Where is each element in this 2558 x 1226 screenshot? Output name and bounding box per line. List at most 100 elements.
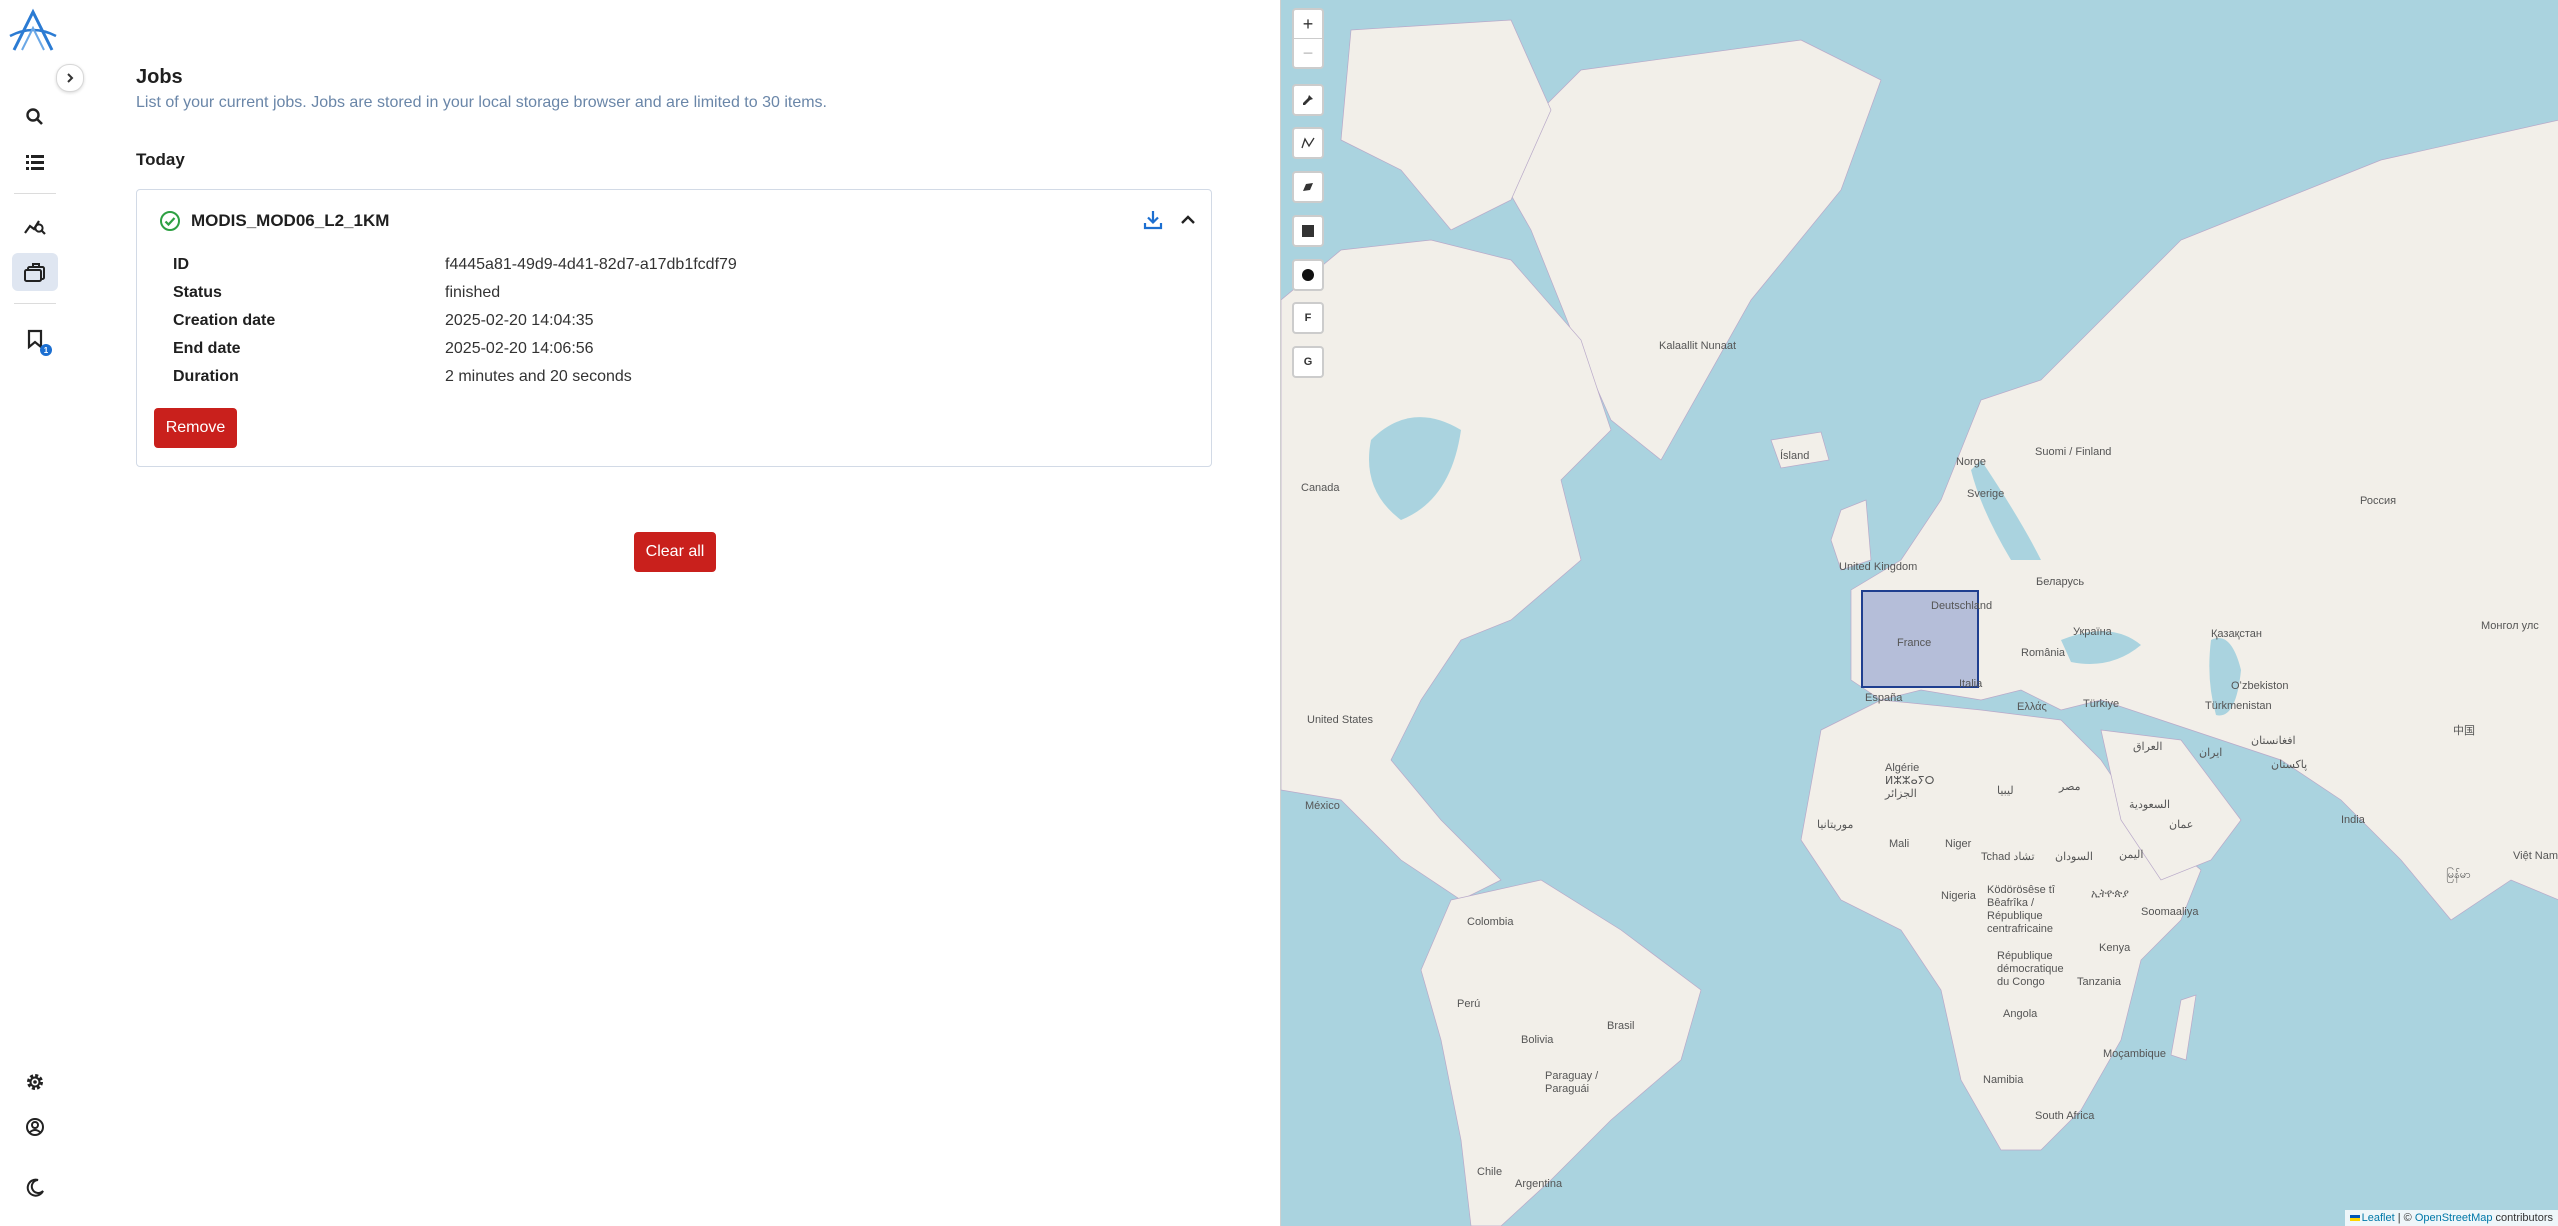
zoom-out-button[interactable]: −	[1294, 39, 1322, 67]
map-label: عمان	[2169, 819, 2194, 831]
map-label: United States	[1307, 714, 1374, 726]
rectangle-icon	[1302, 225, 1314, 237]
map-label: Paraguay / Paraguái	[1545, 1070, 1599, 1095]
job-card: MODIS_MOD06_L2_1KM ID f4445a81-49d9-4d41…	[136, 189, 1212, 467]
draw-circle-button[interactable]	[1294, 261, 1322, 289]
map-label: Ködörösêse tî Bêafrîka / République cent…	[1987, 884, 2055, 935]
draw-polyline-control	[1292, 127, 1324, 159]
map-label: Bolivia	[1521, 1034, 1554, 1046]
map-label: Deutschland	[1931, 600, 1993, 612]
tool-f-button[interactable]: F	[1294, 304, 1322, 332]
attribution-suffix: contributors	[2492, 1212, 2553, 1224]
rail-search-button[interactable]	[12, 98, 58, 136]
osm-link[interactable]: OpenStreetMap	[2415, 1212, 2493, 1224]
tool-g-control: G	[1292, 346, 1324, 378]
job-name: MODIS_MOD06_L2_1KM	[191, 211, 390, 230]
map-label: România	[2021, 647, 2066, 659]
map-label: Argentina	[1515, 1178, 1563, 1190]
map-label: Türkmenistan	[2205, 700, 2272, 712]
map-label: Moçambique	[2103, 1048, 2166, 1060]
rail-analytics-button[interactable]	[12, 208, 58, 246]
tool-g-button[interactable]: G	[1294, 348, 1322, 376]
draw-polyline-button[interactable]	[1294, 129, 1322, 157]
map-label: Sverige	[1967, 488, 2005, 500]
app-logo-icon[interactable]	[8, 6, 58, 56]
draw-rectangle-button[interactable]	[1294, 217, 1322, 245]
map-label: République démocratique du Congo	[1997, 950, 2064, 988]
map-label: México	[1305, 800, 1340, 812]
draw-marker-button[interactable]	[1294, 86, 1322, 114]
analytics-icon	[24, 220, 46, 235]
map-label: မြန်မာ	[2446, 869, 2471, 881]
map-label: مصر	[2059, 781, 2081, 793]
map-label: ليبيا	[1997, 785, 2014, 797]
map-label: Nigeria	[1941, 890, 1976, 902]
map-label: Tchad تشاد	[1981, 851, 2035, 863]
field-label: Creation date	[173, 312, 276, 329]
rail-settings-button[interactable]	[12, 1063, 58, 1101]
rail-divider	[14, 193, 56, 194]
bookmark-count-badge: 1	[40, 344, 52, 356]
map-label: India	[2341, 814, 2365, 826]
draw-circle-control	[1292, 259, 1324, 291]
map-label: Oʻzbekiston	[2231, 680, 2289, 692]
rail-jobs-button[interactable]	[12, 253, 58, 291]
dark-mode-moon-icon	[26, 1178, 44, 1197]
map-label: پاکستان	[2271, 759, 2308, 771]
zoom-in-button[interactable]: +	[1294, 10, 1322, 39]
clear-all-button[interactable]: Clear all	[634, 532, 716, 572]
map-label: Niger	[1945, 838, 1972, 850]
map-label: Brasil	[1607, 1020, 1635, 1032]
field-value: 2 minutes and 20 seconds	[445, 368, 632, 385]
map-label: Namibia	[1983, 1074, 2024, 1086]
page-title: Jobs	[136, 66, 183, 88]
map-label: ایران	[2199, 747, 2223, 759]
map-label: Angola	[2003, 1008, 2038, 1020]
attribution-separator: | ©	[2394, 1212, 2415, 1224]
map-label: Algérie ⵍⵣⵣⴰⵢⵔ الجزائر	[1885, 762, 1935, 800]
polyline-icon	[1301, 137, 1315, 149]
field-label: End date	[173, 340, 241, 357]
map-label: ኢትዮጵያ	[2091, 888, 2129, 900]
rail-theme-toggle-button[interactable]	[12, 1169, 58, 1207]
map-label: العراق	[2133, 741, 2163, 753]
draw-polygon-control	[1292, 171, 1324, 203]
leaflet-link[interactable]: Leaflet	[2362, 1212, 2395, 1224]
field-label: ID	[173, 256, 189, 273]
field-label: Duration	[173, 368, 239, 385]
map-label: España	[1865, 692, 1903, 704]
map-label: Україна	[2073, 626, 2112, 638]
map-label: Ísland	[1780, 450, 1810, 462]
map-label: Việt Nam	[2513, 850, 2558, 862]
map-label: Colombia	[1467, 916, 1514, 928]
page-subtitle: List of your current jobs. Jobs are stor…	[136, 94, 827, 111]
map-label: اليمن	[2119, 849, 2144, 861]
map-label: Kenya	[2099, 942, 2131, 954]
rail-account-button[interactable]	[12, 1108, 58, 1146]
map-view[interactable]: Kalaallit Nunaat Ísland Norge Suomi / Fi…	[1280, 0, 2558, 1226]
user-account-icon	[26, 1118, 44, 1136]
marker-icon	[1303, 95, 1313, 105]
rail-divider	[14, 303, 56, 304]
rail-layers-button[interactable]	[12, 143, 58, 181]
map-label: Kalaallit Nunaat	[1659, 340, 1737, 352]
field-value: 2025-02-20 14:06:56	[445, 340, 594, 357]
map-label: Türkiye	[2083, 698, 2120, 710]
map-label: موريتانيا	[1817, 819, 1854, 831]
download-icon[interactable]	[1141, 208, 1165, 232]
chevron-up-icon[interactable]	[1177, 209, 1199, 231]
map-label: السودان	[2055, 851, 2093, 863]
map-label: 中国	[2453, 725, 2475, 737]
sidebar-rail: 1	[0, 0, 84, 1226]
draw-polygon-button[interactable]	[1294, 173, 1322, 201]
map-label: Беларусь	[2036, 576, 2085, 588]
map-label: Perú	[1457, 998, 1481, 1010]
map-label: Монгол улс	[2481, 620, 2539, 632]
map-attribution: Leaflet | © OpenStreetMap contributors	[2344, 1210, 2558, 1226]
tool-f-control: F	[1292, 302, 1324, 334]
map-label: Россия	[2360, 495, 2397, 507]
remove-job-button[interactable]: Remove	[154, 408, 237, 448]
leaflet-flag-icon	[2349, 1215, 2360, 1222]
jobs-briefcase-icon	[24, 263, 45, 282]
map-label: افغانستان	[2251, 735, 2296, 747]
